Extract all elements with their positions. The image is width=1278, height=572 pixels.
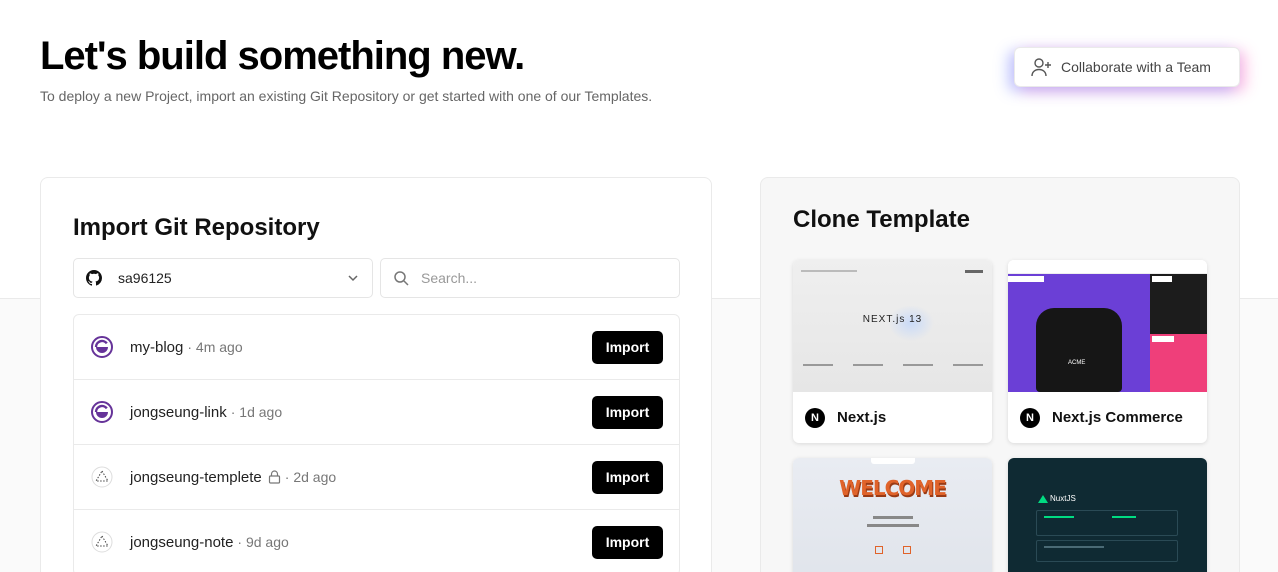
collaborate-team-button[interactable]: Collaborate with a Team [1014, 47, 1240, 87]
lock-icon [268, 470, 280, 484]
template-footer: N Next.js [793, 392, 992, 443]
template-card-welcome[interactable]: WELCOME [793, 458, 992, 572]
repo-updated: · 4m ago [187, 339, 243, 355]
template-card-nuxt[interactable]: NuxtJS [1008, 458, 1207, 572]
repo-updated: · 1d ago [230, 404, 283, 420]
template-thumbnail: WELCOME [793, 458, 992, 572]
clone-title: Clone Template [793, 206, 970, 233]
github-icon [86, 270, 102, 286]
template-card-nextjs[interactable]: NEXT.js 13 N Next.js [793, 260, 992, 443]
chevron-down-icon [348, 275, 358, 282]
repo-row: jongseung-note · 9d ago Import [74, 510, 679, 572]
repo-search [380, 258, 680, 298]
template-footer: N Next.js Commerce [1008, 392, 1207, 443]
repo-name[interactable]: jongseung-link [130, 404, 227, 421]
repo-row: jongseung-templete · 2d ago Import [74, 445, 679, 510]
nextjs-logo-icon: N [805, 407, 825, 428]
repo-updated: · 2d ago [284, 469, 337, 485]
repo-list: my-blog · 4m ago Import jongseung-link ·… [73, 314, 680, 572]
thumb-heading: WELCOME [839, 476, 947, 500]
template-thumbnail: NEXT.js 13 [793, 260, 992, 392]
search-input[interactable] [421, 270, 661, 286]
import-git-card: Import Git Repository sa96125 my-blog · … [40, 177, 712, 572]
repo-name[interactable]: jongseung-templete [130, 469, 262, 486]
import-button[interactable]: Import [592, 525, 663, 559]
template-thumbnail: NuxtJS [1008, 458, 1207, 572]
import-button[interactable]: Import [592, 460, 663, 494]
import-button[interactable]: Import [592, 330, 663, 364]
page-title: Let's build something new. [40, 34, 525, 78]
repo-name[interactable]: jongseung-note [130, 534, 233, 551]
thumb-brand: ACME [1068, 360, 1086, 366]
thumb-brand: NuxtJS [1050, 494, 1076, 503]
collaborate-label: Collaborate with a Team [1061, 59, 1211, 75]
vercel-triangle-icon [90, 530, 114, 554]
repo-updated: · 9d ago [237, 534, 289, 550]
thumb-heading: NEXT.js 13 [862, 314, 923, 325]
gatsby-icon [90, 335, 114, 359]
search-icon [394, 271, 409, 286]
gatsby-icon [90, 400, 114, 424]
clone-template-card: Clone Template NEXT.js 13 N Next.js ACME… [760, 177, 1240, 572]
template-card-nextjs-commerce[interactable]: ACME N Next.js Commerce [1008, 260, 1207, 443]
template-thumbnail: ACME [1008, 260, 1207, 392]
account-name: sa96125 [118, 270, 172, 286]
nextjs-logo-icon: N [1020, 407, 1040, 428]
template-name: Next.js Commerce [1052, 409, 1183, 426]
import-title: Import Git Repository [73, 214, 320, 241]
import-button[interactable]: Import [592, 395, 663, 429]
page-subtitle: To deploy a new Project, import an exist… [40, 88, 653, 104]
repo-name[interactable]: my-blog [130, 339, 183, 356]
vercel-triangle-icon [90, 465, 114, 489]
repo-row: my-blog · 4m ago Import [74, 315, 679, 380]
user-plus-icon [1031, 58, 1051, 77]
template-name: Next.js [837, 409, 887, 426]
git-account-select[interactable]: sa96125 [73, 258, 373, 298]
repo-row: jongseung-link · 1d ago Import [74, 380, 679, 445]
